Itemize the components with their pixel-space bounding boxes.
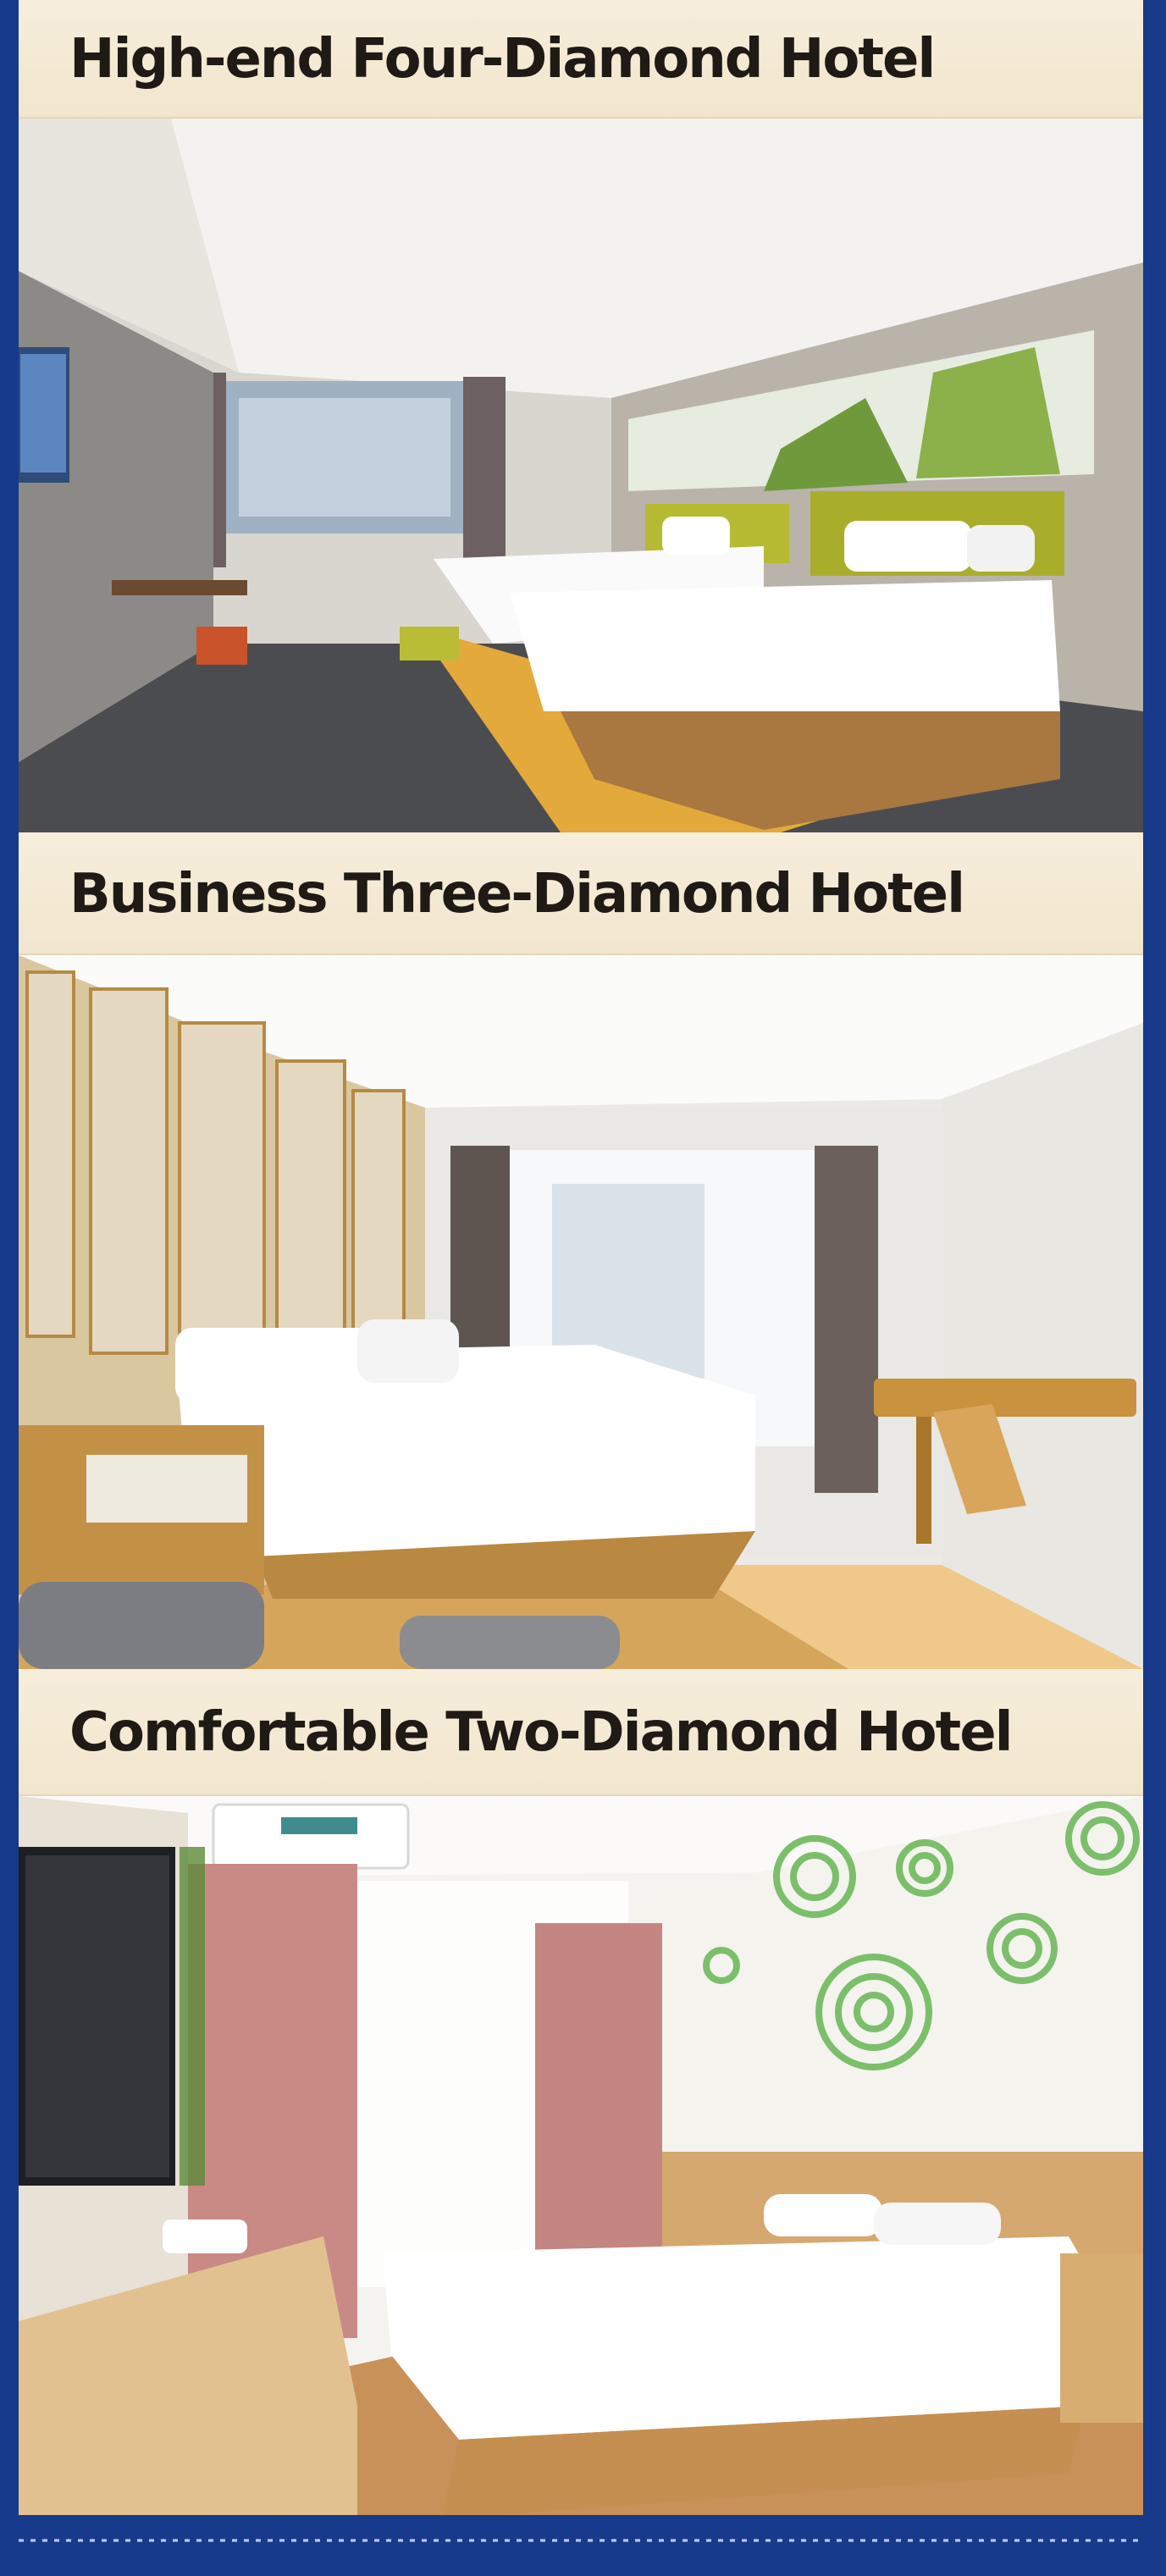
section-title: Comfortable Two-Diamond Hotel <box>69 1701 1014 1764</box>
section-banner-four-diamond: High-end Four-Diamond Hotel <box>19 0 1143 119</box>
section-title: Business Three-Diamond Hotel <box>69 862 965 926</box>
four-diamond-room-photo <box>19 119 1143 832</box>
decorative-dotted-line <box>19 2539 1143 2542</box>
bottom-border-bar <box>0 2515 1166 2576</box>
two-diamond-room-photo <box>19 1796 1143 2515</box>
section-banner-two-diamond: Comfortable Two-Diamond Hotel <box>19 1669 1143 1796</box>
section-banner-three-diamond: Business Three-Diamond Hotel <box>19 832 1143 955</box>
section-title: High-end Four-Diamond Hotel <box>69 28 936 91</box>
three-diamond-room-photo <box>19 955 1143 1669</box>
